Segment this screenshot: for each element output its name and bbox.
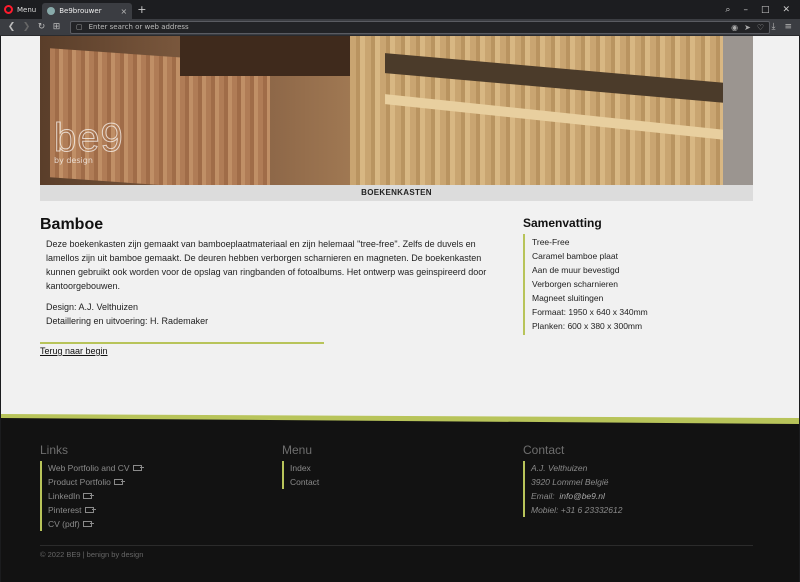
site-favicon-icon [47, 7, 56, 15]
be9-logo: be9 by design [54, 116, 124, 166]
footer-menu-contact[interactable]: Contact [290, 475, 319, 489]
contact-email-row: Email: info@be9.nl [531, 489, 622, 503]
close-icon[interactable]: ✕ [782, 5, 790, 15]
accent-divider [40, 342, 324, 344]
opera-logo-icon [4, 5, 13, 14]
speed-dial-icon[interactable]: ⊞ [49, 22, 64, 32]
contact-city: 3920 Lommel België [531, 477, 609, 487]
design-credit: Design: A.J. Velthuizen [46, 302, 139, 312]
footer-links-list: Web Portfolio and CV Product Portfolio L… [40, 461, 144, 531]
browser-menu-button[interactable]: Menu [0, 0, 42, 19]
download-icon[interactable]: ⤓ [771, 22, 775, 32]
summary-item: Verborgen scharnieren [532, 279, 619, 289]
logo-text: be9 [54, 116, 124, 160]
back-icon[interactable]: ❮ [4, 22, 19, 32]
footer-link-web-portfolio[interactable]: Web Portfolio and CV [48, 461, 144, 475]
browser-tab-active[interactable]: Be9brouwer × [42, 3, 133, 19]
external-link-icon [83, 493, 95, 499]
footer-link-linkedin[interactable]: LinkedIn [48, 489, 142, 503]
new-tab-button[interactable]: + [137, 3, 146, 16]
contact-name: A.J. Velthuizen [531, 463, 588, 473]
camera-icon[interactable]: ◉ [731, 23, 738, 32]
execution-credit: Detaillering en uitvoering: H. Rademaker [46, 316, 209, 326]
summary-item: Formaat: 1950 x 640 x 340mm [532, 307, 648, 317]
copyright-text: © 2022 BE9 | benign by design [40, 550, 144, 559]
address-input[interactable] [88, 23, 726, 31]
footer-contact-column: Contact A.J. Velthuizen 3920 Lommel Belg… [523, 443, 622, 517]
contact-email-link[interactable]: info@be9.nl [559, 491, 605, 501]
search-icon[interactable]: ⌕ [725, 5, 730, 15]
contact-email-label: Email: [531, 491, 555, 501]
external-link-icon [113, 479, 125, 485]
address-field[interactable]: ▢ ◉ ➤ ♡ [70, 20, 770, 34]
contact-mobile: Mobiel: +31 6 23332612 [531, 505, 623, 515]
summary-list: Tree-Free Caramel bamboe plaat Aan de mu… [523, 234, 648, 335]
reload-icon[interactable]: ↻ [34, 22, 49, 32]
external-link-icon [132, 465, 144, 471]
web-page: be9 by design BOEKENKASTEN Bamboe Deze b… [1, 36, 799, 582]
bookmark-icon[interactable]: ♡ [757, 23, 764, 32]
footer-links-column: Links Web Portfolio and CV Product Portf… [40, 443, 144, 531]
footer-link-pinterest[interactable]: Pinterest [48, 503, 142, 517]
page-info-icon[interactable]: ▢ [76, 23, 83, 31]
footer-contact-list: A.J. Velthuizen 3920 Lommel België Email… [523, 461, 622, 517]
easy-setup-icon[interactable]: ≡ [784, 22, 792, 32]
minimize-icon[interactable]: – [743, 5, 748, 15]
summary-item: Aan de muur bevestigd [532, 265, 620, 275]
window-controls: ⌕ – □ ✕ [725, 5, 800, 15]
send-icon[interactable]: ➤ [744, 23, 751, 32]
footer-divider [40, 545, 753, 546]
description-paragraph: Deze boekenkasten zijn gemaakt van bambo… [46, 239, 487, 291]
browser-menu-label: Menu [17, 5, 37, 14]
summary-item: Magneet sluitingen [532, 293, 604, 303]
external-link-icon [82, 521, 94, 527]
browser-tab-bar: Menu Be9brouwer × + ⌕ – □ ✕ [0, 0, 800, 19]
hero-image: be9 by design [40, 36, 753, 185]
browser-address-bar: ❮ ❯ ↻ ⊞ ▢ ◉ ➤ ♡ ⤓ ≡ [0, 19, 800, 36]
footer-links-title: Links [40, 443, 69, 457]
footer-link-product-portfolio[interactable]: Product Portfolio [48, 475, 142, 489]
site-footer: Links Web Portfolio and CV Product Portf… [1, 427, 799, 582]
forward-icon[interactable]: ❯ [19, 22, 34, 32]
hero-caption: BOEKENKASTEN [40, 185, 753, 201]
content-body: Deze boekenkasten zijn gemaakt van bambo… [46, 237, 511, 328]
summary-item: Caramel bamboe plaat [532, 251, 618, 261]
footer-contact-title: Contact [523, 443, 565, 457]
maximize-icon[interactable]: □ [761, 5, 770, 15]
external-link-icon [84, 507, 96, 513]
summary-item: Planken: 600 x 380 x 300mm [532, 321, 643, 331]
footer-menu-column: Menu Index Contact [282, 443, 319, 489]
summary-item: Tree-Free [532, 237, 570, 247]
footer-menu-title: Menu [282, 443, 313, 457]
footer-link-cv-pdf[interactable]: CV (pdf) [48, 517, 142, 531]
footer-menu-list: Index Contact [282, 461, 319, 489]
tab-title: Be9brouwer [59, 7, 102, 15]
tab-close-icon[interactable]: × [121, 7, 128, 16]
summary-title: Samenvatting [523, 216, 602, 230]
back-to-top-link[interactable]: Terug naar begin [40, 346, 108, 356]
address-bar-right-tools: ⤓ ≡ [771, 22, 796, 32]
footer-menu-index[interactable]: Index [290, 461, 319, 475]
footer-accent-wave [1, 414, 799, 428]
page-title: Bamboe [40, 216, 104, 233]
